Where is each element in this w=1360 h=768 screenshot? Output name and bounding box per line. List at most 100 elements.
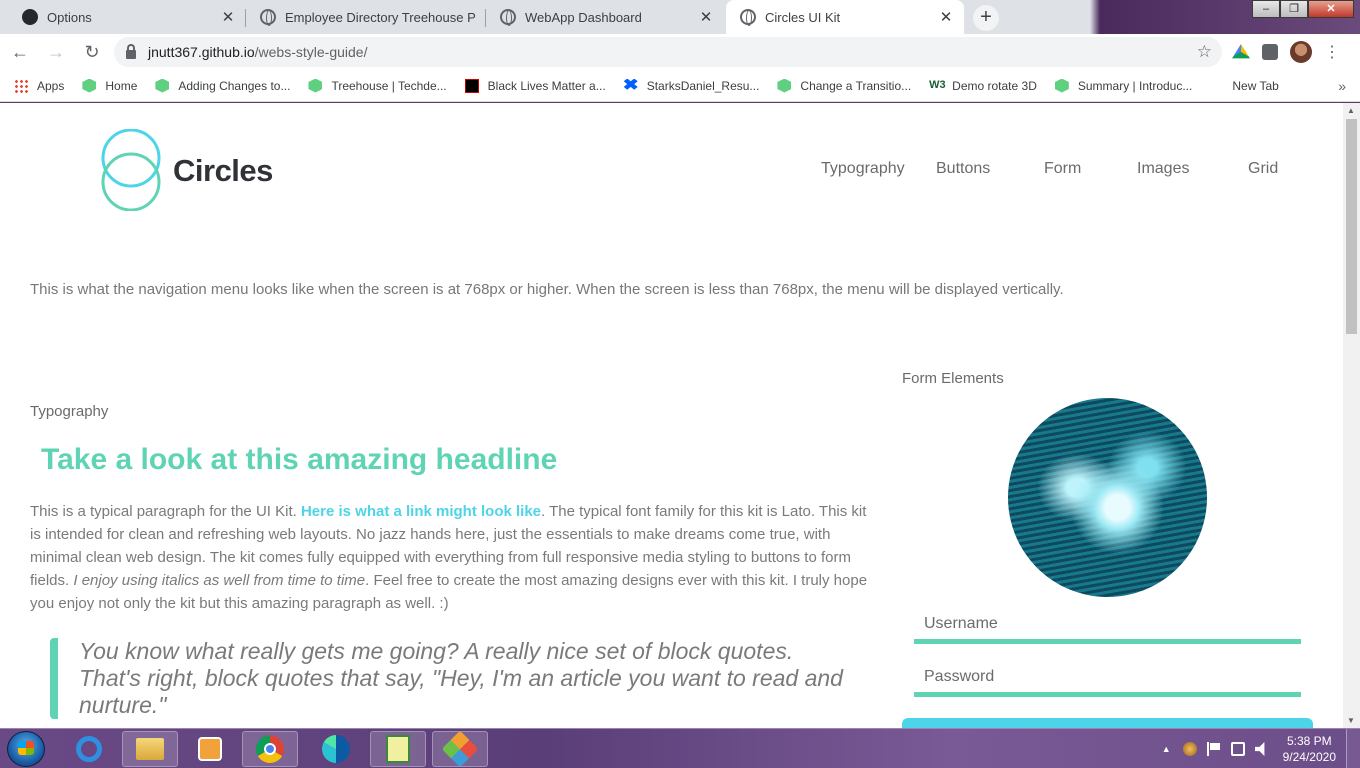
bookmark-label: Change a Transitio... (800, 78, 912, 93)
lock-icon (126, 43, 136, 59)
forward-button[interactable]: → (40, 36, 72, 68)
treehouse-icon (777, 78, 792, 93)
new-tab-button[interactable]: + (973, 5, 999, 31)
arrow-left-icon: ← (11, 41, 29, 62)
username-input[interactable] (914, 608, 1301, 644)
password-input[interactable] (914, 661, 1301, 697)
url-path: /webs-style-guide/ (254, 44, 368, 60)
typography-section-label: Typography (30, 403, 109, 420)
scroll-down-arrow-icon[interactable]: ▼ (1347, 716, 1355, 725)
url-host: jnutt367.github.io (148, 44, 255, 60)
window-controls: – ❐ ✕ (1252, 0, 1354, 18)
page-scrollbar[interactable]: ▲ ▼ (1343, 103, 1360, 728)
tray-app-icon[interactable] (1182, 742, 1197, 756)
bookmark-resume[interactable]: StarksDaniel_Resu... (623, 78, 760, 93)
globe-icon (260, 9, 276, 26)
address-bar[interactable]: jnutt367.github.io/webs-style-guide/ ☆ (114, 37, 1222, 67)
reload-icon: ↻ (84, 41, 100, 62)
taskbar-notepad[interactable] (370, 731, 426, 767)
taskbar-git[interactable] (432, 730, 488, 768)
volume-icon[interactable] (1254, 742, 1265, 756)
bookmark-new-tab[interactable]: New Tab (1232, 79, 1278, 93)
bookmark-summary[interactable]: Summary | Introduc... (1054, 78, 1193, 93)
show-desktop-button[interactable] (1346, 729, 1360, 768)
tab-title: Employee Directory Treehouse Pr (285, 9, 476, 25)
back-button[interactable]: ← (4, 36, 36, 68)
google-drive-icon[interactable] (1232, 44, 1250, 59)
bookmark-demo-rotate[interactable]: W3 Demo rotate 3D (929, 79, 1037, 93)
browser-toolbar: ← → ↻ jnutt367.github.io/webs-style-guid… (0, 34, 1360, 70)
navigation-note: This is what the navigation menu looks l… (30, 281, 1064, 298)
action-center-flag-icon[interactable] (1206, 742, 1221, 756)
bookmark-change-transition[interactable]: Change a Transitio... (777, 78, 912, 93)
nav-link-grid[interactable]: Grid (1248, 160, 1278, 178)
taskbar-clock[interactable]: 5:38 PM 9/24/2020 (1283, 733, 1336, 765)
git-icon (441, 730, 479, 768)
tab-circles-ui-kit[interactable]: Circles UI Kit ✕ (726, 0, 964, 34)
taskbar-file-explorer[interactable] (122, 731, 178, 767)
taskbar-edge[interactable] (308, 731, 364, 767)
globe-icon (500, 9, 516, 26)
profile-avatar[interactable] (1290, 41, 1312, 63)
reload-button[interactable]: ↻ (76, 36, 108, 68)
show-hidden-icons-button[interactable]: ▲ (1162, 744, 1171, 754)
tab-employee-directory[interactable]: Employee Directory Treehouse Pr ✕ (246, 0, 486, 34)
bookmark-home[interactable]: Home (82, 78, 137, 93)
bookmark-label: Adding Changes to... (178, 78, 291, 93)
nav-link-buttons[interactable]: Buttons (936, 160, 990, 178)
tab-options[interactable]: Options ✕ (8, 0, 246, 34)
github-icon (22, 9, 38, 25)
bookmarks-overflow-button[interactable]: » (1338, 78, 1346, 94)
bookmark-black-lives-matter[interactable]: Black Lives Matter a... (464, 78, 606, 93)
form-elements-section-label: Form Elements (902, 370, 1004, 387)
nav-link-images[interactable]: Images (1137, 160, 1189, 178)
tab-webapp-dashboard[interactable]: WebApp Dashboard ✕ (486, 0, 724, 34)
bookmark-treehouse-techdegree[interactable]: Treehouse | Techde... (308, 78, 447, 93)
close-tab-icon[interactable]: ✕ (938, 8, 954, 26)
dropbox-icon (623, 78, 638, 90)
bookmark-apps[interactable]: Apps (14, 78, 64, 93)
taskbar-chrome[interactable] (242, 731, 298, 767)
clock-time: 5:38 PM (1286, 734, 1332, 748)
chrome-icon (256, 735, 284, 763)
taskbar-media-player[interactable] (182, 731, 238, 767)
sample-link[interactable]: Here is what a link might look like (301, 503, 541, 520)
bookmark-label: Treehouse | Techde... (331, 78, 447, 93)
close-window-button[interactable]: ✕ (1308, 0, 1354, 18)
scroll-up-arrow-icon[interactable]: ▲ (1347, 106, 1355, 115)
bookmark-label: Black Lives Matter a... (487, 78, 606, 93)
close-tab-icon[interactable]: ✕ (220, 8, 236, 26)
file-explorer-icon (136, 738, 164, 760)
tab-title: Circles UI Kit (765, 9, 841, 25)
bookmark-label: Summary | Introduc... (1077, 78, 1193, 93)
ocean-wave-photo (1008, 398, 1207, 597)
arrow-right-icon: → (47, 41, 65, 62)
extensions-puzzle-icon[interactable] (1262, 44, 1278, 60)
system-tray: ▲ 5:38 PM 9/24/2020 (1162, 729, 1360, 768)
bookmark-label: New Tab (1232, 78, 1279, 93)
close-tab-icon[interactable]: ✕ (698, 8, 714, 26)
bookmark-adding-changes[interactable]: Adding Changes to... (155, 78, 291, 93)
restore-button[interactable]: ❐ (1280, 0, 1308, 18)
bookmark-star-icon[interactable]: ☆ (1197, 42, 1212, 62)
circles-logo-icon[interactable] (100, 129, 162, 211)
kebab-menu-icon[interactable]: ⋮ (1324, 42, 1340, 62)
sample-headline: Take a look at this amazing headline (41, 443, 558, 476)
taskbar-internet-explorer[interactable] (61, 731, 117, 767)
treehouse-icon (308, 78, 323, 93)
sample-paragraph: This is a typical paragraph for the UI K… (30, 503, 868, 612)
blm-icon (464, 78, 479, 93)
minimize-button[interactable]: – (1252, 0, 1280, 18)
treehouse-icon (82, 78, 97, 93)
treehouse-icon (1054, 78, 1069, 93)
windows-logo-icon (18, 741, 34, 755)
page-viewport: Circles Typography Buttons Form Images G… (0, 103, 1343, 728)
submit-button[interactable] (902, 718, 1313, 728)
bookmark-label: StarksDaniel_Resu... (646, 78, 760, 93)
scroll-thumb[interactable] (1346, 119, 1357, 334)
sample-blockquote: You know what really gets me going? A re… (50, 638, 850, 719)
brand-name[interactable]: Circles (173, 153, 273, 189)
nav-link-typography[interactable]: Typography (821, 160, 905, 178)
network-icon[interactable] (1230, 742, 1245, 756)
nav-link-form[interactable]: Form (1044, 160, 1081, 178)
